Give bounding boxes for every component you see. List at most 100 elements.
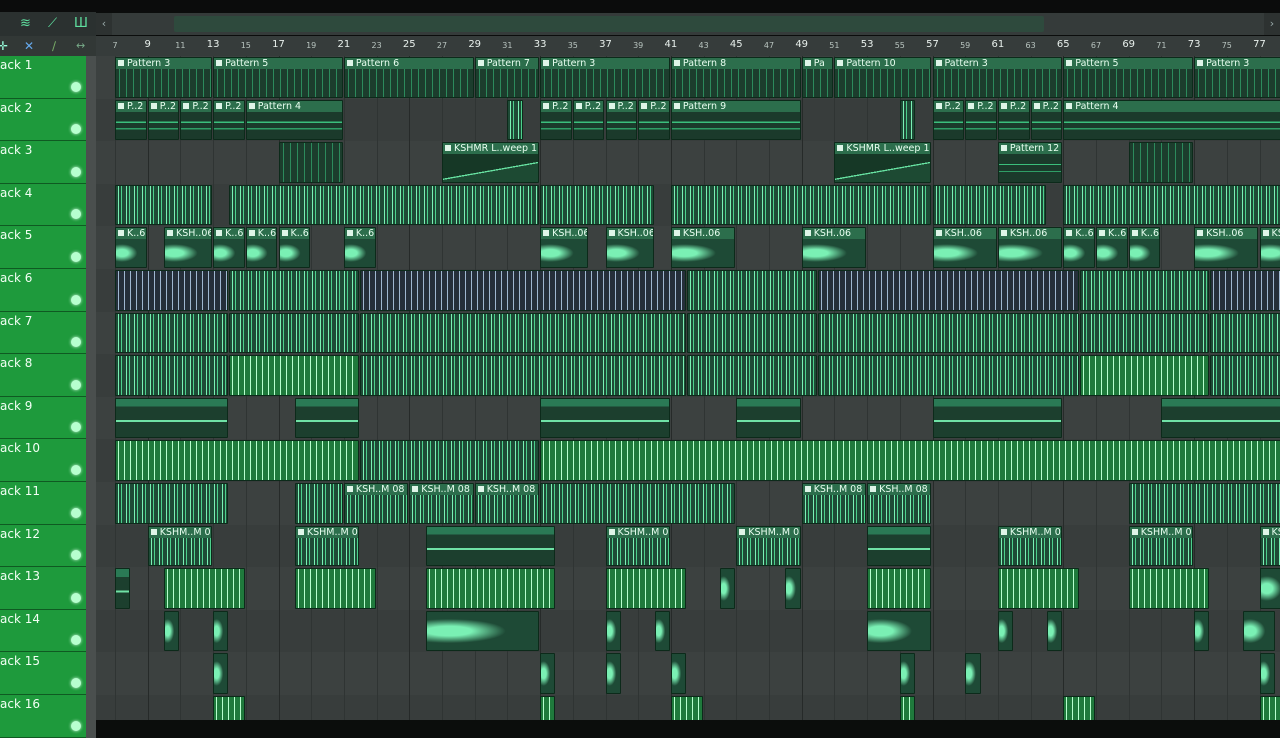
mute-led-icon[interactable]	[71, 209, 81, 219]
playlist-clip[interactable]: Pattern 3	[933, 57, 1063, 98]
playlist-clip[interactable]	[687, 355, 817, 396]
track-resize-handle[interactable]	[86, 439, 96, 482]
track-resize-handle[interactable]	[86, 312, 96, 355]
playlist-clip[interactable]	[213, 611, 228, 652]
track-header[interactable]: ack 6	[0, 269, 86, 312]
playlist-clip[interactable]	[115, 313, 228, 354]
playlist-clip[interactable]	[1243, 611, 1275, 652]
playlist-clip[interactable]: Pattern 4	[1063, 100, 1280, 141]
playlist-clip[interactable]: KSH..M 08	[409, 483, 473, 524]
playlist-clip[interactable]	[900, 696, 915, 720]
playlist-clip[interactable]: KSH..06	[998, 227, 1062, 268]
playlist-clip[interactable]	[229, 355, 359, 396]
track-resize-handle[interactable]	[86, 695, 96, 738]
playlist-clip[interactable]	[426, 526, 556, 567]
playlist-lane[interactable]	[96, 525, 1280, 569]
playlist-clip[interactable]: KSH..M 08	[867, 483, 931, 524]
playlist-clip[interactable]	[900, 100, 915, 141]
track-header[interactable]: ack 7	[0, 312, 86, 355]
playlist-lane[interactable]	[96, 610, 1280, 654]
playlist-clip[interactable]: KSH..06	[606, 227, 654, 268]
playlist-clip[interactable]	[867, 526, 931, 567]
mute-led-icon[interactable]	[71, 721, 81, 731]
horizontal-scrollbar[interactable]: ‹ ›	[96, 13, 1280, 35]
playlist-clip[interactable]	[1129, 483, 1280, 524]
playlist-clip[interactable]	[933, 398, 1063, 439]
playlist-clip[interactable]: KSHMR L..weep 10	[834, 142, 931, 183]
playlist-clip[interactable]	[606, 611, 621, 652]
playlist-clip[interactable]: KSH..06	[1194, 227, 1258, 268]
playlist-clip[interactable]	[1194, 611, 1209, 652]
playlist-clip[interactable]	[671, 185, 932, 226]
playlist-clip[interactable]	[1080, 313, 1210, 354]
delete-tool-icon[interactable]: ✕	[24, 37, 34, 55]
playlist-clip[interactable]: KSH..06	[164, 227, 212, 268]
playlist-clip[interactable]	[507, 100, 522, 141]
playlist-clip[interactable]: KSH..06	[1260, 227, 1280, 268]
playlist-clip[interactable]: P..2	[998, 100, 1030, 141]
playlist-clip[interactable]	[360, 355, 686, 396]
playlist-clip[interactable]: Pattern 10	[834, 57, 931, 98]
track-resize-handle[interactable]	[86, 354, 96, 397]
track-resize-handle[interactable]	[86, 184, 96, 227]
playlist-clip[interactable]: P..2	[148, 100, 180, 141]
track-header[interactable]: ack 4	[0, 184, 86, 227]
playlist-clip[interactable]	[671, 696, 703, 720]
playlist-clip[interactable]	[213, 653, 228, 694]
playlist-clip[interactable]	[115, 440, 359, 481]
playlist-clip[interactable]: K..6	[1096, 227, 1128, 268]
playlist-clip[interactable]: Pattern 4	[246, 100, 343, 141]
mute-led-icon[interactable]	[71, 678, 81, 688]
playlist-clip[interactable]: KSHMR L..weep 1	[442, 142, 539, 183]
playlist-clip[interactable]	[998, 611, 1013, 652]
playlist-clip[interactable]	[1210, 355, 1280, 396]
playlist-clip[interactable]: K..6	[213, 227, 245, 268]
scrollbar-thumb[interactable]	[174, 16, 1044, 32]
automation-icon[interactable]: ⟋	[48, 15, 57, 33]
mute-led-icon[interactable]	[71, 635, 81, 645]
playlist-clip[interactable]	[360, 440, 539, 481]
track-header[interactable]: ack 15	[0, 652, 86, 695]
playlist-clip[interactable]	[360, 270, 686, 311]
playlist-clip[interactable]	[606, 653, 621, 694]
playlist-clip[interactable]: P..2	[638, 100, 670, 141]
playlist-clip[interactable]	[164, 568, 245, 609]
playlist-clip[interactable]	[426, 568, 556, 609]
playlist-clip[interactable]: P..2	[115, 100, 147, 141]
playlist-clip[interactable]	[164, 611, 179, 652]
track-resize-handle[interactable]	[86, 99, 96, 142]
playlist-clip[interactable]: KSHM..M 08	[1260, 526, 1280, 567]
playlist-clip[interactable]	[671, 653, 686, 694]
playlist-clip[interactable]: K..6	[246, 227, 278, 268]
playlist-clip[interactable]	[965, 653, 980, 694]
playlist-clip[interactable]: P..2	[180, 100, 212, 141]
playlist-clip[interactable]	[1260, 568, 1280, 609]
track-header[interactable]: ack 1	[0, 56, 86, 99]
playlist-clip[interactable]: Pattern 7	[475, 57, 539, 98]
playlist-clip[interactable]: KSH..M 08	[802, 483, 866, 524]
track-resize-handle[interactable]	[86, 56, 96, 99]
track-resize-handle[interactable]	[86, 567, 96, 610]
stretch-icon[interactable]: ↔	[76, 37, 85, 55]
playlist-clip[interactable]	[229, 270, 359, 311]
playlist-lane[interactable]	[96, 141, 1280, 185]
playlist-clip[interactable]	[1129, 568, 1210, 609]
mute-led-icon[interactable]	[71, 337, 81, 347]
playlist-clip[interactable]	[900, 653, 915, 694]
mute-led-icon[interactable]	[71, 124, 81, 134]
track-header[interactable]: ack 2	[0, 99, 86, 142]
playlist-clip[interactable]: Pattern 5	[1063, 57, 1193, 98]
playlist-clip[interactable]: KSHM..M 08	[606, 526, 670, 567]
piano-roll-icon[interactable]: Ш	[74, 15, 88, 33]
scroll-left-icon[interactable]: ‹	[96, 13, 112, 35]
playlist-clip[interactable]: P..2	[606, 100, 638, 141]
playlist-clip[interactable]	[606, 568, 687, 609]
scroll-right-icon[interactable]: ›	[1264, 13, 1280, 35]
playlist-clip[interactable]	[115, 398, 228, 439]
playlist-clip[interactable]	[736, 398, 800, 439]
playlist-clip[interactable]	[540, 653, 555, 694]
mute-led-icon[interactable]	[71, 295, 81, 305]
playlist-clip[interactable]	[687, 313, 817, 354]
playlist-clip[interactable]: KSH..M 08	[344, 483, 408, 524]
mute-led-icon[interactable]	[71, 422, 81, 432]
